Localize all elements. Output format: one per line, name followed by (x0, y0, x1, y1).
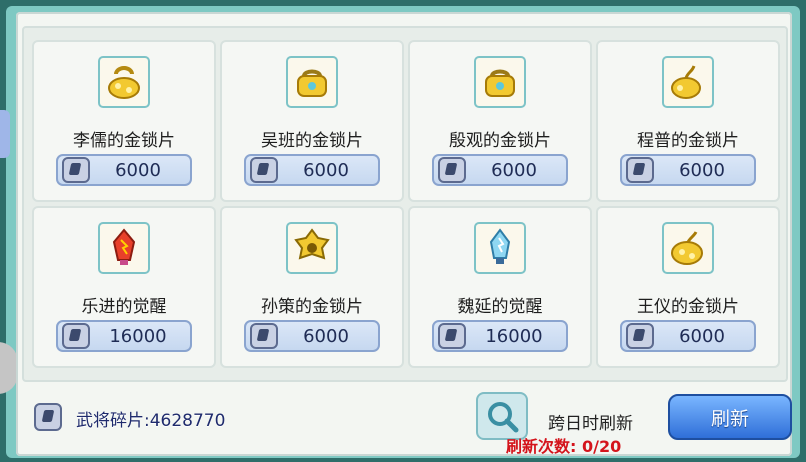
golden-lock-icon (662, 222, 714, 274)
item-name: 孙策的金锁片 (261, 297, 363, 317)
golden-lock-icon (474, 56, 526, 108)
price-button[interactable]: 6000 (244, 320, 380, 352)
fragment-coin-icon (62, 157, 90, 183)
item-name: 乐进的觉醒 (81, 297, 167, 317)
refresh-count: 刷新次数: 0/20 (506, 437, 622, 456)
fragment-coin-icon (62, 323, 90, 349)
item-price: 6000 (115, 160, 161, 181)
fragment-coin-icon (626, 157, 654, 183)
shop-item-card[interactable]: 李儒的金锁片 6000 (34, 42, 214, 200)
side-tab[interactable] (0, 110, 10, 158)
fragment-coin-icon (250, 157, 278, 183)
fragment-coin-icon (438, 323, 466, 349)
item-name: 程普的金锁片 (637, 131, 739, 151)
shop-item-card[interactable]: 王仪的金锁片 6000 (598, 208, 778, 366)
shop-item-card[interactable]: 程普的金锁片 6000 (598, 42, 778, 200)
item-price: 6000 (679, 160, 725, 181)
golden-lock-icon (286, 222, 338, 274)
golden-lock-icon (98, 56, 150, 108)
golden-lock-icon (662, 56, 714, 108)
item-name: 王仪的金锁片 (637, 297, 739, 317)
item-price: 6000 (491, 160, 537, 181)
shop-item-card[interactable]: 魏延的觉醒 16000 (410, 208, 590, 366)
awakening-gem-icon (98, 222, 150, 274)
refresh-button[interactable]: 刷新 (668, 394, 792, 440)
fragment-coin-icon (438, 157, 466, 183)
item-price: 6000 (679, 326, 725, 347)
item-name: 殷观的金锁片 (449, 131, 551, 151)
price-button[interactable]: 6000 (56, 154, 192, 186)
fragment-balance: 武将碎片:4628770 (76, 411, 226, 431)
item-name: 吴班的金锁片 (261, 131, 363, 151)
shop-item-card[interactable]: 乐进的觉醒 16000 (34, 208, 214, 366)
golden-lock-icon (286, 56, 338, 108)
price-button[interactable]: 6000 (620, 154, 756, 186)
magnifier-icon (488, 402, 519, 433)
fragment-coin-icon (34, 403, 62, 431)
item-price: 6000 (303, 326, 349, 347)
item-name: 李儒的金锁片 (73, 131, 175, 151)
item-price: 16000 (109, 326, 167, 347)
shop-item-card[interactable]: 吴班的金锁片 6000 (222, 42, 402, 200)
price-button[interactable]: 6000 (244, 154, 380, 186)
shop-item-card[interactable]: 殷观的金锁片 6000 (410, 42, 590, 200)
price-button[interactable]: 6000 (620, 320, 756, 352)
price-button[interactable]: 16000 (56, 320, 192, 352)
price-button[interactable]: 16000 (432, 320, 568, 352)
shop-item-card[interactable]: 孙策的金锁片 6000 (222, 208, 402, 366)
fragment-coin-icon (626, 323, 654, 349)
refresh-note: 跨日时刷新 (548, 414, 633, 434)
price-button[interactable]: 6000 (432, 154, 568, 186)
item-price: 16000 (485, 326, 543, 347)
item-price: 6000 (303, 160, 349, 181)
awakening-gem-icon (474, 222, 526, 274)
item-name: 魏延的觉醒 (457, 297, 543, 317)
fragment-coin-icon (250, 323, 278, 349)
